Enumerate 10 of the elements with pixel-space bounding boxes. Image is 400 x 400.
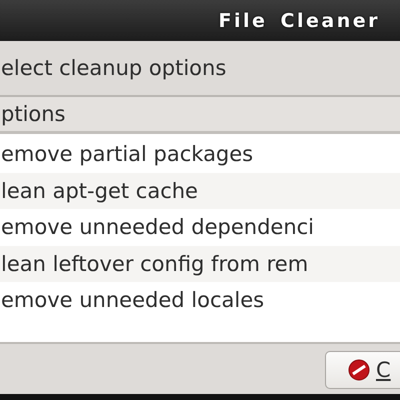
- no-entry-icon: [348, 359, 370, 381]
- option-row[interactable]: lean leftover config from rem: [0, 246, 400, 282]
- column-header[interactable]: ptions: [0, 97, 400, 134]
- dialog-heading: elect cleanup options: [1, 56, 226, 80]
- option-row[interactable]: emove unneeded dependenci: [0, 209, 400, 246]
- cancel-button[interactable]: C: [325, 351, 400, 389]
- option-row[interactable]: emove partial packages: [0, 136, 400, 172]
- window-title: File Cleaner: [218, 10, 380, 32]
- option-row[interactable]: lean apt-get cache: [0, 172, 400, 209]
- option-row[interactable]: emove unneeded locales: [0, 282, 400, 318]
